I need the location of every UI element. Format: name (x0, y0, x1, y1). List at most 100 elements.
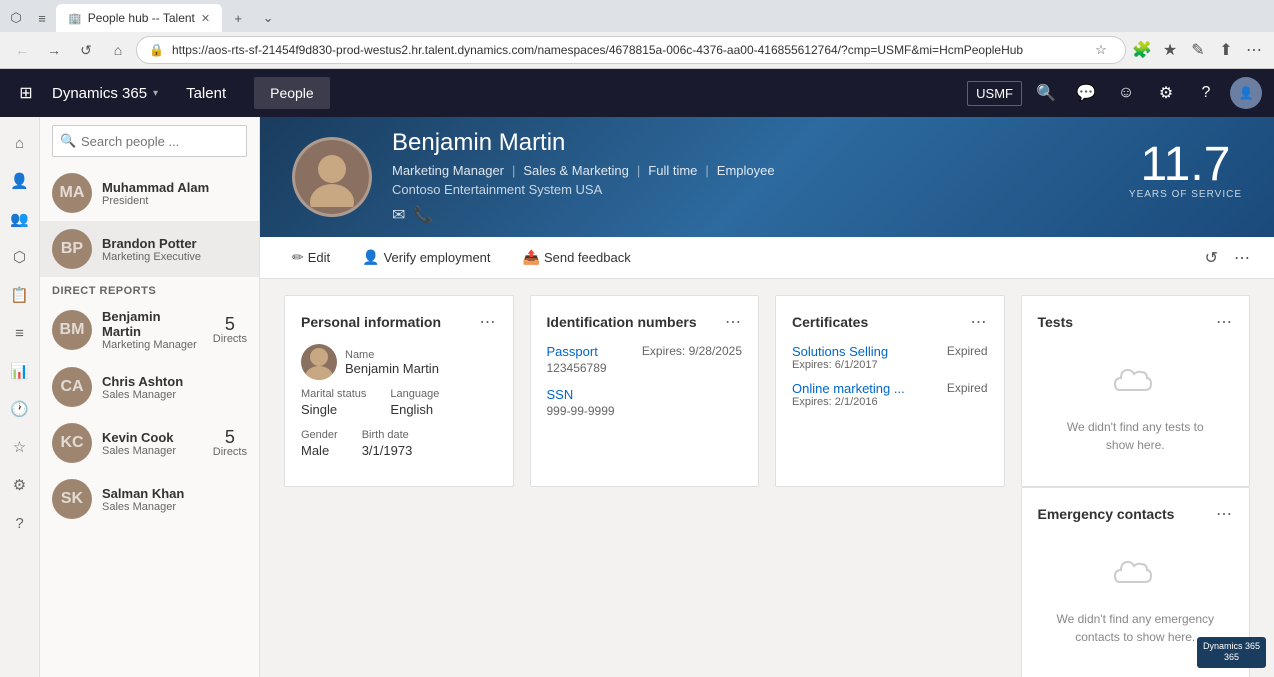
list-item[interactable]: SK Salman Khan Sales Manager (40, 471, 259, 527)
nav-people-icon[interactable]: 👥 (2, 201, 38, 237)
org-badge[interactable]: USMF (967, 81, 1022, 106)
forward-button[interactable]: → (40, 36, 68, 64)
nav-list-icon[interactable]: ≡ (2, 315, 38, 351)
id-number: 123456789 (547, 361, 743, 375)
cert-row: Online marketing ... Expired (792, 381, 988, 396)
help-button[interactable]: ? (1190, 77, 1222, 109)
tab-stack-icon[interactable]: ⬡ (4, 6, 28, 30)
app-name-button[interactable]: Dynamics 365 ▾ (52, 85, 158, 102)
avatar-placeholder: CA (52, 367, 92, 407)
cert-status: Expired (947, 381, 988, 396)
user-avatar[interactable]: 👤 (1230, 77, 1262, 109)
nav-question-icon[interactable]: ? (2, 505, 38, 541)
nav-chart-icon[interactable]: 📊 (2, 353, 38, 389)
profile-name: Benjamin Martin (392, 129, 1242, 157)
field-row-2: Gender Male Birth date 3/1/1973 (301, 429, 497, 470)
card-more-button[interactable]: ⋯ (1216, 312, 1233, 332)
tab-chevron-button[interactable]: ⌄ (254, 4, 282, 32)
card-content: Passport Expires: 9/28/2025 123456789 SS… (547, 344, 743, 470)
nav-star-icon[interactable]: ☆ (2, 429, 38, 465)
directs-label: Directs (213, 446, 247, 458)
new-tab-button[interactable]: + (224, 4, 252, 32)
language-field: Language English (390, 388, 439, 417)
nav-team-icon[interactable]: ⬡ (2, 239, 38, 275)
id-expires: Expires: 9/28/2025 (642, 344, 742, 358)
cert-name[interactable]: Online marketing ... (792, 381, 905, 396)
dynamics-app-name: Dynamics 365 (52, 85, 147, 102)
content-area: Benjamin Martin Marketing Manager | Sale… (260, 117, 1274, 677)
person-info: Muhammad Alam President (102, 180, 247, 207)
card-more-button[interactable]: ⋯ (971, 312, 988, 332)
id-type[interactable]: SSN (547, 387, 574, 402)
back-button[interactable]: ← (8, 36, 36, 64)
card-header: Tests ⋯ (1038, 312, 1234, 332)
nav-people-item[interactable]: People (254, 77, 330, 109)
cert-expires: Expires: 6/1/2017 (792, 359, 988, 371)
nav-person-icon[interactable]: 👤 (2, 163, 38, 199)
profile-header: Benjamin Martin Marketing Manager | Sale… (260, 117, 1274, 237)
nav-clock-icon[interactable]: 🕐 (2, 391, 38, 427)
avatar: BP (52, 229, 92, 269)
person-info: Benjamin Martin Marketing Manager (102, 309, 203, 351)
section-header: DIRECT REPORTS (40, 277, 259, 301)
card-header: Emergency contacts ⋯ (1038, 504, 1234, 524)
content-toolbar: ✏ Edit 👤 Verify employment 📤 Send feedba… (260, 237, 1274, 279)
more-button[interactable]: ⋯ (1234, 248, 1250, 268)
phone-icon[interactable]: 📞 (413, 205, 433, 225)
search-input[interactable] (52, 125, 247, 157)
notes-icon[interactable]: ✎ (1186, 38, 1210, 62)
settings-button[interactable]: ⚙ (1150, 77, 1182, 109)
list-item[interactable]: BM Benjamin Martin Marketing Manager 5 D… (40, 301, 259, 359)
refresh-button[interactable]: ↺ (1205, 248, 1218, 268)
chat-button[interactable]: 💬 (1070, 77, 1102, 109)
nav-settings-icon[interactable]: ⚙ (2, 467, 38, 503)
list-item[interactable]: BP Brandon Potter Marketing Executive (40, 221, 259, 277)
smiley-button[interactable]: ☺ (1110, 77, 1142, 109)
bookmark-icon[interactable]: ☆ (1089, 38, 1113, 62)
cert-item: Solutions Selling Expired Expires: 6/1/2… (792, 344, 988, 371)
nav-doc-icon[interactable]: 📋 (2, 277, 38, 313)
person-info: Brandon Potter Marketing Executive (102, 236, 247, 263)
person-title: President (102, 195, 247, 207)
tab-list-icon[interactable]: ≡ (30, 6, 54, 30)
list-item[interactable]: MA Muhammad Alam President (40, 165, 259, 221)
id-type[interactable]: Passport (547, 344, 598, 359)
home-button[interactable]: ⌂ (104, 36, 132, 64)
search-button[interactable]: 🔍 (1030, 77, 1062, 109)
reload-button[interactable]: ↺ (72, 36, 100, 64)
verify-employment-button[interactable]: 👤 Verify employment (354, 245, 498, 270)
address-bar[interactable]: 🔒 https://aos-rts-sf-21454f9d830-prod-we… (136, 36, 1126, 64)
edit-button[interactable]: ✏ Edit (284, 245, 338, 270)
browser-menu-icon[interactable]: ⋯ (1242, 38, 1266, 62)
card-content: Name Benjamin Martin Marital status Sing… (301, 344, 497, 470)
active-browser-tab[interactable]: 🏢 People hub -- Talent ✕ (56, 4, 222, 32)
mail-icon[interactable]: ✉ (392, 205, 405, 225)
card-more-button[interactable]: ⋯ (725, 312, 742, 332)
browser-tabs: ⬡ ≡ 🏢 People hub -- Talent ✕ + ⌄ (0, 0, 1274, 32)
list-item[interactable]: KC Kevin Cook Sales Manager 5 Directs (40, 415, 259, 471)
language-label: Language (390, 388, 439, 400)
card-more-button[interactable]: ⋯ (1216, 504, 1233, 524)
top-bar-right: USMF 🔍 💬 ☺ ⚙ ? 👤 (967, 77, 1262, 109)
birthdate-value: 3/1/1973 (362, 443, 413, 458)
avatar-placeholder: BM (52, 310, 92, 350)
profile-department: Sales & Marketing (523, 163, 629, 178)
share-icon[interactable]: ⬆ (1214, 38, 1238, 62)
nav-home-icon[interactable]: ⌂ (2, 125, 38, 161)
person-mini: Name Benjamin Martin (301, 344, 497, 380)
gender-label: Gender (301, 429, 338, 441)
top-bar: ⊞ Dynamics 365 ▾ Talent People USMF 🔍 💬 … (0, 69, 1274, 117)
list-item[interactable]: CA Chris Ashton Sales Manager (40, 359, 259, 415)
card-more-button[interactable]: ⋯ (480, 312, 497, 332)
avatar: MA (52, 173, 92, 213)
tab-close-button[interactable]: ✕ (201, 12, 210, 25)
card-header: Identification numbers ⋯ (547, 312, 743, 332)
extensions-icon[interactable]: 🧩 (1130, 38, 1154, 62)
send-feedback-button[interactable]: 📤 Send feedback (515, 245, 639, 270)
second-row-spacer (284, 503, 1005, 677)
cert-name[interactable]: Solutions Selling (792, 344, 888, 359)
card-content: Solutions Selling Expired Expires: 6/1/2… (792, 344, 988, 470)
favorites-icon[interactable]: ★ (1158, 38, 1182, 62)
waffle-menu-button[interactable]: ⊞ (12, 79, 40, 107)
meta-sep-2: | (637, 163, 640, 178)
